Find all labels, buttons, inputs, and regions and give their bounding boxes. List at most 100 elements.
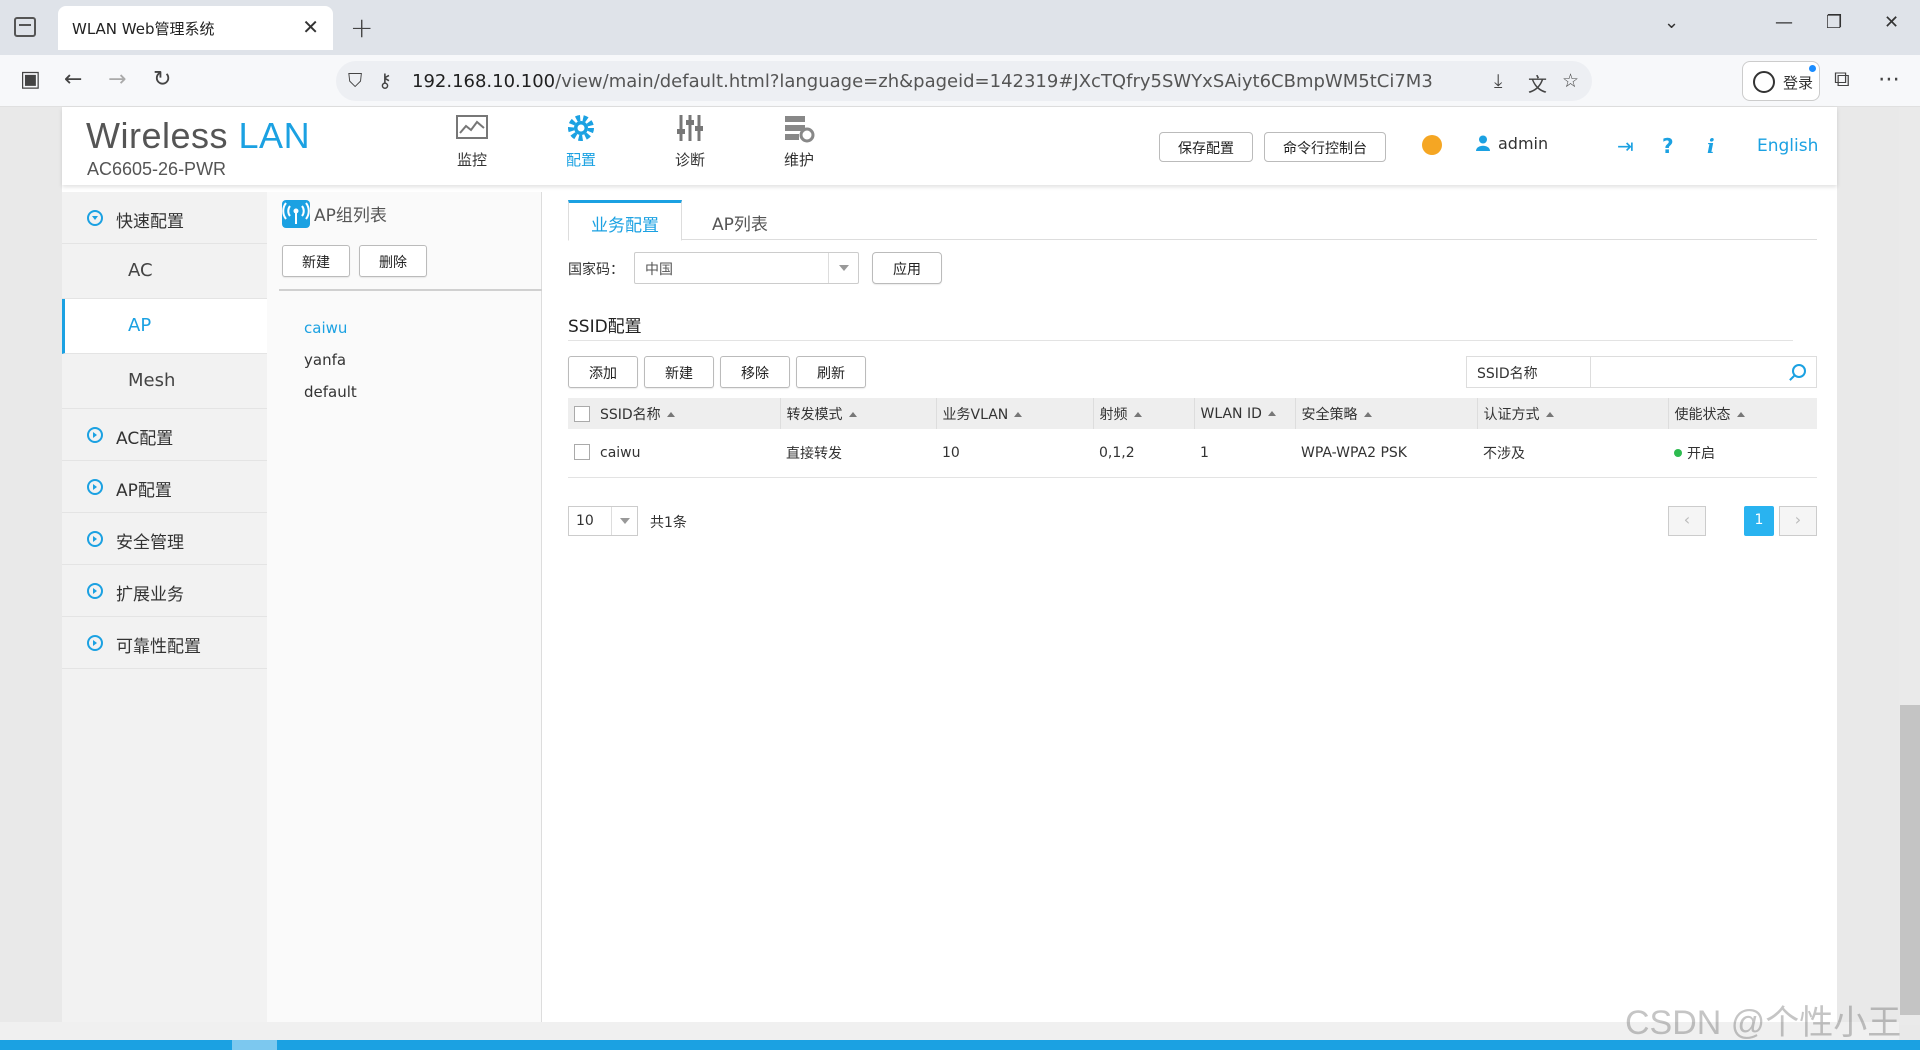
help-icon[interactable]: ?: [1662, 134, 1674, 158]
extensions-icon[interactable]: ⧉: [1834, 67, 1850, 92]
menu-reliability[interactable]: 可靠性配置: [62, 617, 267, 669]
url-text[interactable]: 192.168.10.100/view/main/default.html?la…: [412, 71, 1433, 92]
sort-icon[interactable]: [1133, 411, 1142, 417]
restore-icon[interactable]: ❐: [1826, 12, 1842, 33]
language-switch-link[interactable]: English: [1757, 136, 1818, 156]
tab-service-config[interactable]: 业务配置: [568, 200, 682, 241]
cell-wlan-id: 1: [1194, 429, 1295, 478]
col-ssid-name[interactable]: SSID名称: [568, 398, 781, 429]
menu-ac-config-label: AC配置: [116, 429, 174, 449]
nav-config[interactable]: 配置: [546, 113, 616, 170]
sort-icon[interactable]: [1736, 411, 1745, 417]
search-icon[interactable]: [1792, 364, 1806, 378]
ssid-search-input[interactable]: [1590, 356, 1817, 388]
delete-group-button[interactable]: 删除: [359, 245, 427, 277]
reload-icon[interactable]: ↻: [153, 67, 171, 92]
browser-toolbar: ▣ ← → ↻ ⛉ ⚷ 192.168.10.100/view/main/def…: [0, 55, 1920, 107]
menu-extended[interactable]: 扩展业务: [62, 565, 267, 617]
new-tab-icon[interactable]: +: [350, 11, 373, 44]
close-tab-icon[interactable]: ✕: [302, 15, 319, 39]
cell-auth-method: 不涉及: [1477, 429, 1668, 478]
sort-icon[interactable]: [848, 411, 857, 417]
sort-icon[interactable]: [1545, 411, 1554, 417]
current-user[interactable]: admin: [1476, 134, 1548, 153]
menu-quick-config[interactable]: 快速配置: [62, 192, 267, 244]
ap-group-item[interactable]: yanfa: [304, 351, 346, 369]
main-content: 业务配置 AP列表 国家码： 中国 应用 SSID配置 添加 新建 移除 刷新 …: [562, 192, 1817, 1022]
install-app-icon[interactable]: ⤓: [1494, 70, 1502, 92]
bookmark-star-icon[interactable]: ☆: [1562, 70, 1579, 92]
close-window-icon[interactable]: ✕: [1884, 12, 1899, 33]
chevron-down-icon: [828, 253, 858, 283]
cli-console-button[interactable]: 命令行控制台: [1264, 132, 1386, 162]
sort-icon[interactable]: [666, 411, 675, 417]
sort-icon[interactable]: [1267, 410, 1276, 416]
profile-login-button[interactable]: 登录: [1742, 61, 1820, 101]
nav-diagnose[interactable]: 诊断: [655, 113, 725, 170]
back-icon[interactable]: ←: [64, 67, 82, 92]
browser-tabbar: WLAN Web管理系统 ✕ + ⌄ — ❐ ✕: [0, 0, 1920, 55]
new-ssid-button[interactable]: 新建: [644, 356, 714, 388]
horizontal-scrollbar[interactable]: [0, 1022, 1899, 1040]
key-icon[interactable]: ⚷: [378, 70, 392, 92]
col-wlan-id[interactable]: WLAN ID: [1194, 398, 1296, 429]
ap-group-panel: AP组列表 新建 删除 caiwu yanfa default: [267, 192, 542, 1022]
tab-title: WLAN Web管理系统: [72, 20, 215, 38]
apply-button[interactable]: 应用: [872, 252, 942, 284]
ap-group-item[interactable]: caiwu: [304, 319, 347, 337]
nav-maintain[interactable]: 维护: [764, 113, 834, 170]
menu-sub-mesh[interactable]: Mesh: [62, 354, 267, 409]
expand-right-icon: [87, 531, 103, 547]
divider: [279, 289, 542, 291]
shield-icon[interactable]: ⛉: [348, 70, 362, 92]
wifi-tower-icon: [282, 200, 310, 228]
nav-monitor-label: 监控: [456, 151, 487, 169]
sidebar-icon[interactable]: ▣: [20, 67, 41, 92]
page-size-select[interactable]: 10: [568, 506, 638, 536]
save-config-button[interactable]: 保存配置: [1159, 132, 1253, 162]
menu-sub-ap[interactable]: AP: [62, 299, 267, 354]
menu-ac-config[interactable]: AC配置: [62, 409, 267, 461]
col-security-policy[interactable]: 安全策略: [1295, 398, 1478, 429]
notification-dot: [1809, 65, 1816, 72]
browser-tab[interactable]: WLAN Web管理系统 ✕: [58, 6, 333, 50]
vertical-scroll-thumb[interactable]: [1900, 705, 1920, 1015]
next-page-button[interactable]: ›: [1779, 506, 1817, 536]
sort-icon[interactable]: [1363, 411, 1372, 417]
more-menu-icon[interactable]: ⋯: [1878, 67, 1900, 92]
info-icon[interactable]: i: [1707, 134, 1715, 158]
menu-security[interactable]: 安全管理: [62, 513, 267, 565]
menu-sub-ac[interactable]: AC: [62, 244, 267, 299]
menu-ap-config[interactable]: AP配置: [62, 461, 267, 513]
cell-service-vlan: 10: [936, 429, 1093, 478]
new-group-button[interactable]: 新建: [282, 245, 350, 277]
forward-icon[interactable]: →: [108, 67, 126, 92]
col-service-vlan[interactable]: 业务VLAN: [936, 398, 1094, 429]
sort-icon[interactable]: [1014, 411, 1023, 417]
remove-ssid-button[interactable]: 移除: [720, 356, 790, 388]
minimize-icon[interactable]: —: [1775, 12, 1793, 33]
refresh-button[interactable]: 刷新: [796, 356, 866, 388]
page-number-button[interactable]: 1: [1744, 506, 1774, 536]
add-ssid-button[interactable]: 添加: [568, 356, 638, 388]
col-radio[interactable]: 射频: [1093, 398, 1195, 429]
ap-group-item[interactable]: default: [304, 383, 357, 401]
prev-page-button[interactable]: ‹: [1668, 506, 1706, 536]
tab-list-chevron-icon[interactable]: ⌄: [1664, 12, 1679, 33]
tab-ap-list[interactable]: AP列表: [690, 200, 790, 240]
table-row[interactable]: caiwu 直接转发 10 0,1,2 1 WPA-WPA2 PSK 不涉及 开…: [568, 429, 1817, 478]
translate-icon[interactable]: 文: [1528, 70, 1547, 97]
menu-ap-config-label: AP配置: [116, 481, 172, 501]
logout-icon[interactable]: ⇥: [1617, 134, 1634, 158]
nav-maintain-label: 维护: [783, 151, 814, 169]
tab-actions-icon[interactable]: [14, 17, 36, 37]
row-checkbox[interactable]: [574, 444, 590, 461]
col-forward-mode[interactable]: 转发模式: [780, 398, 937, 429]
country-code-select[interactable]: 中国: [634, 252, 859, 284]
nav-monitor[interactable]: 监控: [437, 113, 507, 170]
address-bar[interactable]: ⛉ ⚷ 192.168.10.100/view/main/default.htm…: [336, 61, 1592, 101]
col-auth-method[interactable]: 认证方式: [1477, 398, 1669, 429]
alarm-speaker-icon[interactable]: [1422, 135, 1442, 155]
col-enable-status[interactable]: 使能状态: [1668, 398, 1817, 429]
select-all-checkbox[interactable]: [574, 405, 590, 422]
